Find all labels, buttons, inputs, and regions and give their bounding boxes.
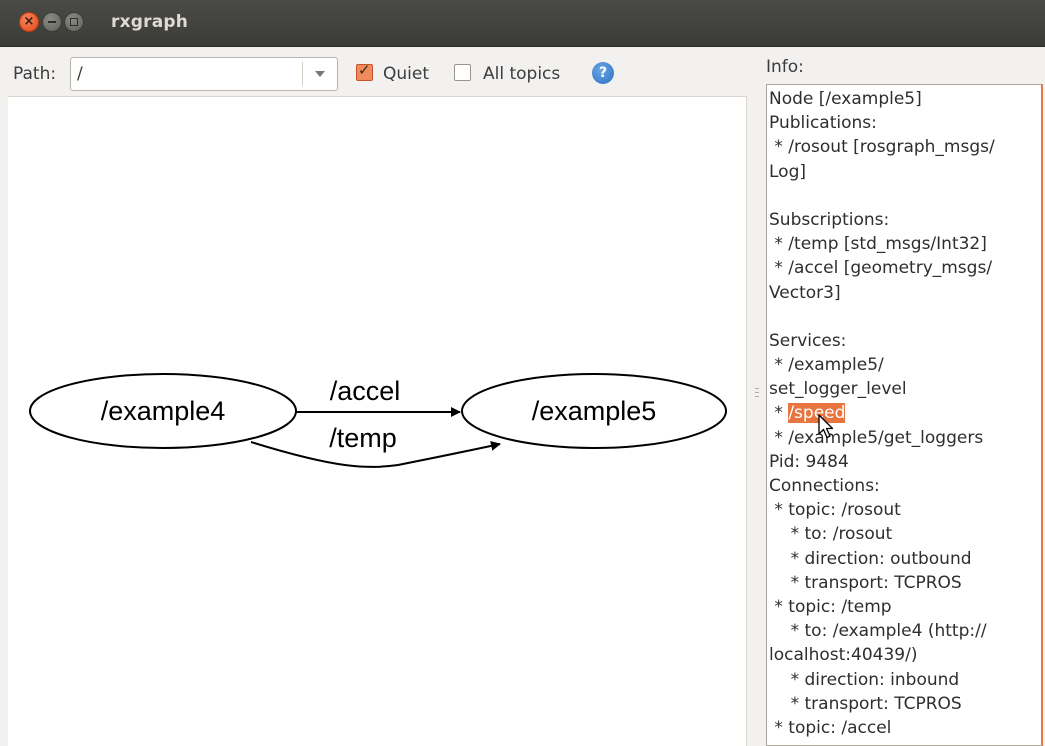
chevron-down-icon[interactable] bbox=[315, 71, 325, 77]
info-line: Subscriptions: bbox=[769, 209, 890, 230]
minimize-icon bbox=[48, 21, 56, 23]
info-line: Connections: bbox=[769, 476, 880, 496]
quiet-checkbox[interactable]: ✓ bbox=[356, 61, 373, 81]
info-line: Pid: 9484 bbox=[769, 451, 849, 472]
rxgraph-window: × rxgraph Path: / ✓ Quiet All topics ? /… bbox=[0, 0, 1045, 746]
maximize-window-button[interactable] bbox=[64, 12, 84, 32]
all-topics-checkbox[interactable] bbox=[454, 64, 471, 81]
info-line: * transport: TCPROS bbox=[769, 693, 962, 714]
path-value[interactable]: / bbox=[77, 64, 83, 84]
splitter-handle[interactable] bbox=[755, 388, 759, 406]
info-line: Node [/example5] bbox=[769, 89, 922, 109]
info-text: Node [/example5] Publications: * /rosout … bbox=[769, 87, 1039, 740]
title-bar[interactable]: × rxgraph bbox=[0, 0, 1045, 47]
close-icon: × bbox=[23, 14, 35, 29]
info-line: * /example5/ bbox=[769, 355, 884, 376]
info-line: * topic: /rosout bbox=[769, 500, 901, 521]
info-line: * /temp [std_msgs/Int32] bbox=[769, 234, 987, 255]
info-line bbox=[769, 184, 1039, 208]
info-line: Publications: bbox=[769, 113, 877, 134]
info-line: * direction: inbound bbox=[769, 669, 960, 690]
graph-svg: /example4 /example5 /accel /temp bbox=[29, 373, 727, 468]
minimize-window-button[interactable] bbox=[42, 12, 62, 32]
window-title: rxgraph bbox=[111, 12, 189, 32]
all-topics-label[interactable]: All topics bbox=[483, 64, 574, 84]
info-line: * topic: /temp bbox=[769, 596, 892, 617]
info-line: * direction: outbound bbox=[769, 548, 972, 569]
info-line: localhost:40439/) bbox=[769, 645, 918, 666]
checkmark-icon: ✓ bbox=[358, 61, 371, 79]
node-example4-label: /example4 bbox=[101, 396, 226, 426]
node-example5-label: /example5 bbox=[532, 396, 657, 426]
close-window-button[interactable]: × bbox=[19, 12, 39, 32]
info-line: set_logger_level bbox=[769, 379, 907, 400]
help-icon[interactable]: ? bbox=[592, 62, 614, 84]
info-line bbox=[769, 305, 1039, 329]
info-line: * to: /rosout bbox=[769, 524, 893, 545]
graph-canvas[interactable]: /example4 /example5 /accel /temp bbox=[8, 96, 747, 746]
info-line: * to: /example4 (http:// bbox=[769, 621, 987, 642]
maximize-icon bbox=[70, 18, 78, 26]
info-textbox[interactable]: Node [/example5] Publications: * /rosout … bbox=[766, 84, 1043, 746]
info-line: Log] bbox=[769, 161, 806, 182]
mouse-pointer-icon bbox=[818, 414, 834, 439]
path-combobox[interactable]: / bbox=[70, 57, 338, 91]
info-line: * /speed bbox=[769, 403, 846, 424]
info-line: Services: bbox=[769, 330, 847, 351]
quiet-label[interactable]: Quiet bbox=[383, 64, 435, 84]
info-line: * /example5/get_loggers bbox=[769, 427, 984, 448]
path-label: Path: bbox=[13, 64, 57, 84]
info-label: Info: bbox=[766, 57, 804, 77]
edge-accel-label: /accel bbox=[330, 376, 401, 406]
info-line: * /accel [geometry_msgs/ bbox=[769, 258, 993, 279]
edge-temp-label: /temp bbox=[329, 423, 397, 453]
info-line: * /rosout [rosgraph_msgs/ bbox=[769, 137, 995, 158]
info-line: Vector3] bbox=[769, 282, 841, 303]
info-line: * transport: TCPROS bbox=[769, 572, 962, 593]
selected-service-text[interactable]: /speed bbox=[788, 403, 846, 424]
info-line: * topic: /accel bbox=[769, 717, 892, 738]
combo-separator bbox=[302, 62, 303, 86]
